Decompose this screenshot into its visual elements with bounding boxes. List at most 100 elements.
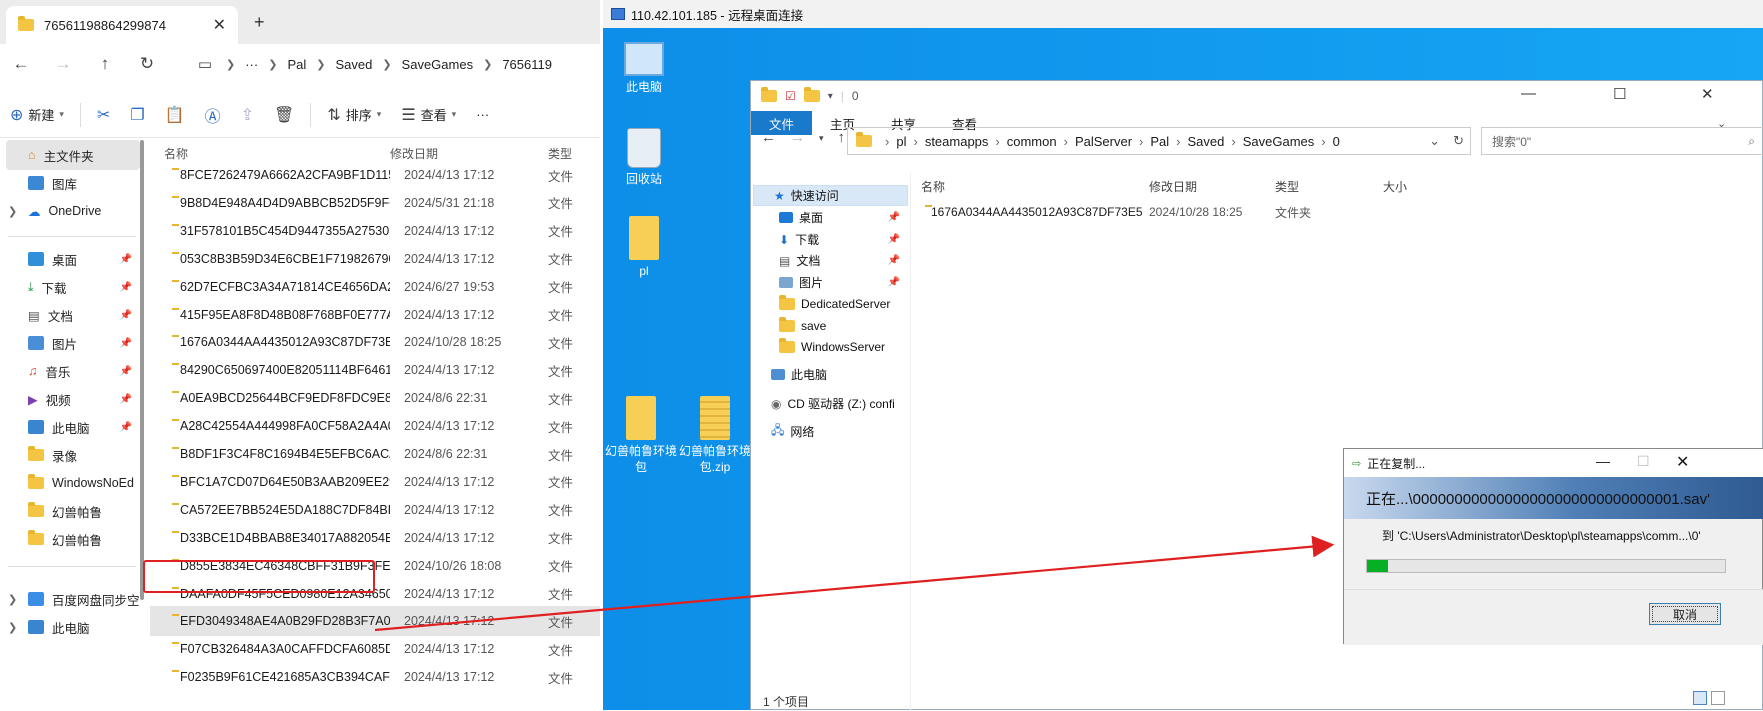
- nav-windowsserver[interactable]: WindowsServer: [751, 336, 906, 357]
- column-date[interactable]: 修改日期: [390, 145, 540, 162]
- nav-dedicatedserver[interactable]: DedicatedServer: [751, 293, 906, 314]
- minimize-icon[interactable]: —: [1596, 453, 1610, 469]
- column-date[interactable]: 修改日期: [1143, 178, 1271, 195]
- desktop-icon-pl[interactable]: pl: [609, 216, 679, 280]
- table-row[interactable]: F0235B9F61CE421685A3CB394CAF52... 2024/4/…: [150, 662, 600, 692]
- column-name[interactable]: 名称: [911, 178, 1143, 195]
- refresh-icon[interactable]: ↻: [126, 54, 168, 74]
- breadcrumb-more[interactable]: ···: [235, 57, 268, 72]
- breadcrumb-steamid[interactable]: 7656119: [492, 57, 562, 72]
- sidebar-scrollbar[interactable]: [140, 140, 144, 600]
- desktop-icon-env[interactable]: 幻兽帕鲁环境包: [603, 396, 681, 475]
- table-row[interactable]: A28C42554A444998FA0CF58A2A4A08... 2024/4/…: [150, 411, 600, 441]
- table-row[interactable]: BFC1A7CD07D64E50B3AAB209EE29A... 2024/4/1…: [150, 467, 600, 497]
- address-crumb[interactable]: SaveGames: [1243, 134, 1315, 149]
- table-row[interactable]: 62D7ECFBC3A34A71814CE4656DA28... 2024/6/2…: [150, 272, 600, 302]
- up-arrow-icon[interactable]: ↑: [84, 54, 126, 74]
- sidebar-item-onedrive[interactable]: ❯ ☁ OneDrive: [0, 196, 140, 226]
- sidebar-item-documents[interactable]: ▤ 文档 📌: [0, 300, 140, 330]
- rename-button[interactable]: Ⓐ: [195, 103, 231, 127]
- nav-network[interactable]: 🖧 网络: [751, 421, 906, 442]
- properties-icon[interactable]: ☑: [785, 89, 796, 103]
- sidebar-item-music[interactable]: ♫ 音乐 📌: [0, 356, 140, 386]
- table-row[interactable]: D33BCE1D4BBAB8E34017A882054BE... 2024/4/1…: [150, 523, 600, 553]
- column-type[interactable]: 类型: [540, 145, 572, 162]
- sidebar-item-thispc[interactable]: ❯ 此电脑: [0, 612, 140, 642]
- maximize-icon[interactable]: ☐: [1637, 453, 1650, 470]
- large-icons-view-icon[interactable]: [1711, 691, 1725, 705]
- column-name[interactable]: 名称: [150, 145, 390, 162]
- table-row[interactable]: 8FCE7262479A6662A2CFA9BF1D1154... 2024/4/…: [150, 160, 600, 190]
- nav-desktop[interactable]: 桌面 📌: [751, 207, 906, 228]
- sidebar-item-windowsnoed[interactable]: WindowsNoEd: [0, 468, 140, 498]
- chevron-right-icon[interactable]: ❯: [8, 205, 17, 218]
- back-arrow-icon[interactable]: ←: [761, 129, 776, 146]
- close-icon[interactable]: ✕: [1676, 452, 1689, 472]
- sidebar-item-recordings[interactable]: 录像: [0, 440, 140, 470]
- monitor-icon[interactable]: ▭: [184, 55, 226, 73]
- folder-icon[interactable]: [803, 87, 820, 102]
- nav-downloads[interactable]: ⬇ 下载 📌: [751, 229, 906, 250]
- new-button[interactable]: ⊕ 新建 ▾: [0, 105, 74, 125]
- address-crumb[interactable]: Pal: [1150, 134, 1169, 149]
- desktop-icon-recycle[interactable]: 回收站: [609, 128, 679, 188]
- table-row[interactable]: 84290C650697400E82051114BF646180 2024/4/1…: [150, 355, 600, 385]
- table-row[interactable]: 053C8B3B59D34E6CBE1F7198267901... 2024/4/…: [150, 244, 600, 274]
- address-dropdown-icon[interactable]: ⌄: [1429, 133, 1440, 149]
- back-arrow-icon[interactable]: ←: [0, 54, 42, 74]
- close-tab-icon[interactable]: ✕: [213, 15, 226, 35]
- sidebar-item-pal[interactable]: 幻兽帕鲁: [0, 496, 140, 526]
- table-row[interactable]: CA572EE7BB524E5DA188C7DF84BE2... 2024/4/1…: [150, 495, 600, 525]
- desktop-icon-thispc[interactable]: 此电脑: [609, 38, 679, 96]
- sidebar-item-thispc[interactable]: 此电脑 📌: [0, 412, 140, 442]
- sidebar-item-videos[interactable]: ▶ 视频 📌: [0, 384, 140, 414]
- table-row[interactable]: 415F95EA8F8D48B08F768BF0E777A2... 2024/4/…: [150, 300, 600, 330]
- chevron-right-icon[interactable]: ❯: [8, 621, 17, 634]
- table-row[interactable]: B8DF1F3C4F8C1694B4E5EFBC6ACA73... 2024/8/…: [150, 439, 600, 469]
- nav-save[interactable]: save: [751, 315, 906, 336]
- sidebar-item-home[interactable]: ⌂ 主文件夹: [6, 140, 140, 170]
- refresh-icon[interactable]: ↻: [1453, 133, 1464, 149]
- copy-button[interactable]: ❐: [120, 105, 154, 125]
- more-button[interactable]: ···: [466, 107, 499, 122]
- sidebar-item-downloads[interactable]: ⤓ 下载 📌: [0, 272, 140, 302]
- address-crumb[interactable]: 0: [1333, 134, 1340, 149]
- nav-pictures[interactable]: 图片 📌: [751, 272, 906, 293]
- sidebar-item-gallery[interactable]: 图库: [0, 168, 140, 198]
- details-view-icon[interactable]: [1693, 691, 1707, 705]
- breadcrumb-pal[interactable]: Pal: [277, 57, 316, 72]
- breadcrumb-saved[interactable]: Saved: [325, 57, 382, 72]
- delete-button[interactable]: 🗑: [264, 105, 304, 125]
- table-row[interactable]: 9B8D4E948A4D4D9ABBCB52D5F9FC1... 2024/5/3…: [150, 188, 600, 218]
- address-crumb[interactable]: common: [1007, 134, 1057, 149]
- sidebar-item-pictures[interactable]: 图片 📌: [0, 328, 140, 358]
- share-button[interactable]: ⇪: [231, 105, 264, 125]
- cancel-button[interactable]: 取消: [1649, 603, 1721, 625]
- address-crumb[interactable]: pl: [896, 134, 906, 149]
- paste-button[interactable]: 📋: [155, 105, 195, 125]
- table-row[interactable]: 31F578101B5C454D9447355A275305... 2024/4/…: [150, 216, 600, 246]
- nav-quick-access[interactable]: ★ 快速访问: [753, 185, 908, 206]
- address-crumb[interactable]: Saved: [1188, 134, 1225, 149]
- table-row[interactable]: F07CB326484A3A0CAFFDCFA6085DD... 2024/4/1…: [150, 634, 600, 664]
- forward-arrow-icon[interactable]: →: [790, 129, 805, 146]
- column-type[interactable]: 类型: [1271, 178, 1379, 195]
- sidebar-item-pal[interactable]: 幻兽帕鲁: [0, 524, 140, 554]
- table-row[interactable]: EFD3049348AE4A0B29FD28B3F7A099... 2024/4/…: [150, 606, 600, 637]
- column-size[interactable]: 大小: [1379, 178, 1407, 195]
- search-icon[interactable]: ⌕: [1748, 134, 1755, 149]
- chevron-right-icon[interactable]: ❯: [8, 593, 17, 606]
- search-input[interactable]: 搜索"0" ⌕: [1481, 127, 1763, 155]
- new-tab-button[interactable]: +: [254, 12, 265, 33]
- forward-arrow-icon[interactable]: →: [42, 54, 84, 74]
- sidebar-item-desktop[interactable]: 桌面 📌: [0, 244, 140, 274]
- desktop-icon-envzip[interactable]: 幻兽帕鲁环境包.zip: [675, 396, 755, 475]
- breadcrumb-savegames[interactable]: SaveGames: [392, 57, 484, 72]
- maximize-icon[interactable]: ☐: [1613, 85, 1626, 103]
- cut-button[interactable]: ✂: [87, 105, 120, 125]
- nav-thispc[interactable]: 此电脑: [751, 364, 906, 385]
- table-row[interactable]: A0EA9BCD25644BCF9EDF8FDC9E895... 2024/8/6…: [150, 383, 600, 413]
- close-icon[interactable]: ✕: [1701, 85, 1714, 103]
- address-bar[interactable]: › pl › steamapps › common › PalServer › Pal › Saved…: [847, 127, 1471, 155]
- view-button[interactable]: ☰ 查看 ▾: [391, 105, 466, 125]
